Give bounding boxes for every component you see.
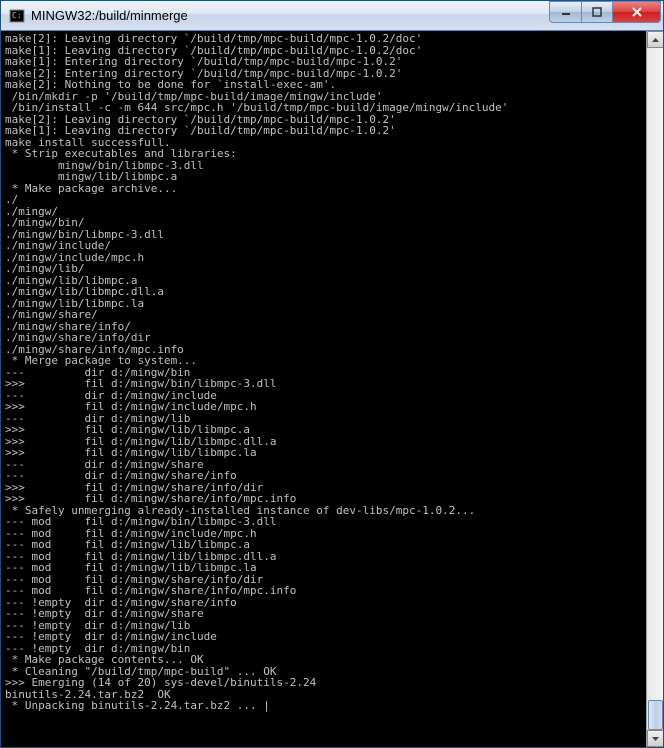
scroll-thumb[interactable] — [648, 700, 663, 730]
scroll-up-button[interactable] — [647, 31, 663, 48]
terminal-area[interactable]: make[2]: Leaving directory `/build/tmp/m… — [1, 31, 663, 747]
terminal-window: C: MINGW32:/build/minmerge make[2]: — [0, 0, 664, 748]
minimize-icon — [561, 7, 571, 17]
window-title: MINGW32:/build/minmerge — [31, 8, 549, 23]
scrollbar-track[interactable] — [646, 31, 663, 747]
terminal-output: make[2]: Leaving directory `/build/tmp/m… — [5, 33, 659, 712]
titlebar[interactable]: C: MINGW32:/build/minmerge — [1, 1, 663, 31]
minimize-button[interactable] — [549, 1, 581, 23]
maximize-icon — [592, 7, 602, 17]
close-icon — [631, 6, 643, 18]
chevron-down-icon — [652, 737, 659, 741]
app-icon: C: — [9, 8, 25, 24]
window-controls — [549, 1, 661, 23]
close-button[interactable] — [613, 1, 661, 23]
maximize-button[interactable] — [581, 1, 613, 23]
chevron-up-icon — [652, 38, 659, 42]
scroll-down-button[interactable] — [647, 730, 663, 747]
svg-text:C:: C: — [12, 11, 22, 20]
